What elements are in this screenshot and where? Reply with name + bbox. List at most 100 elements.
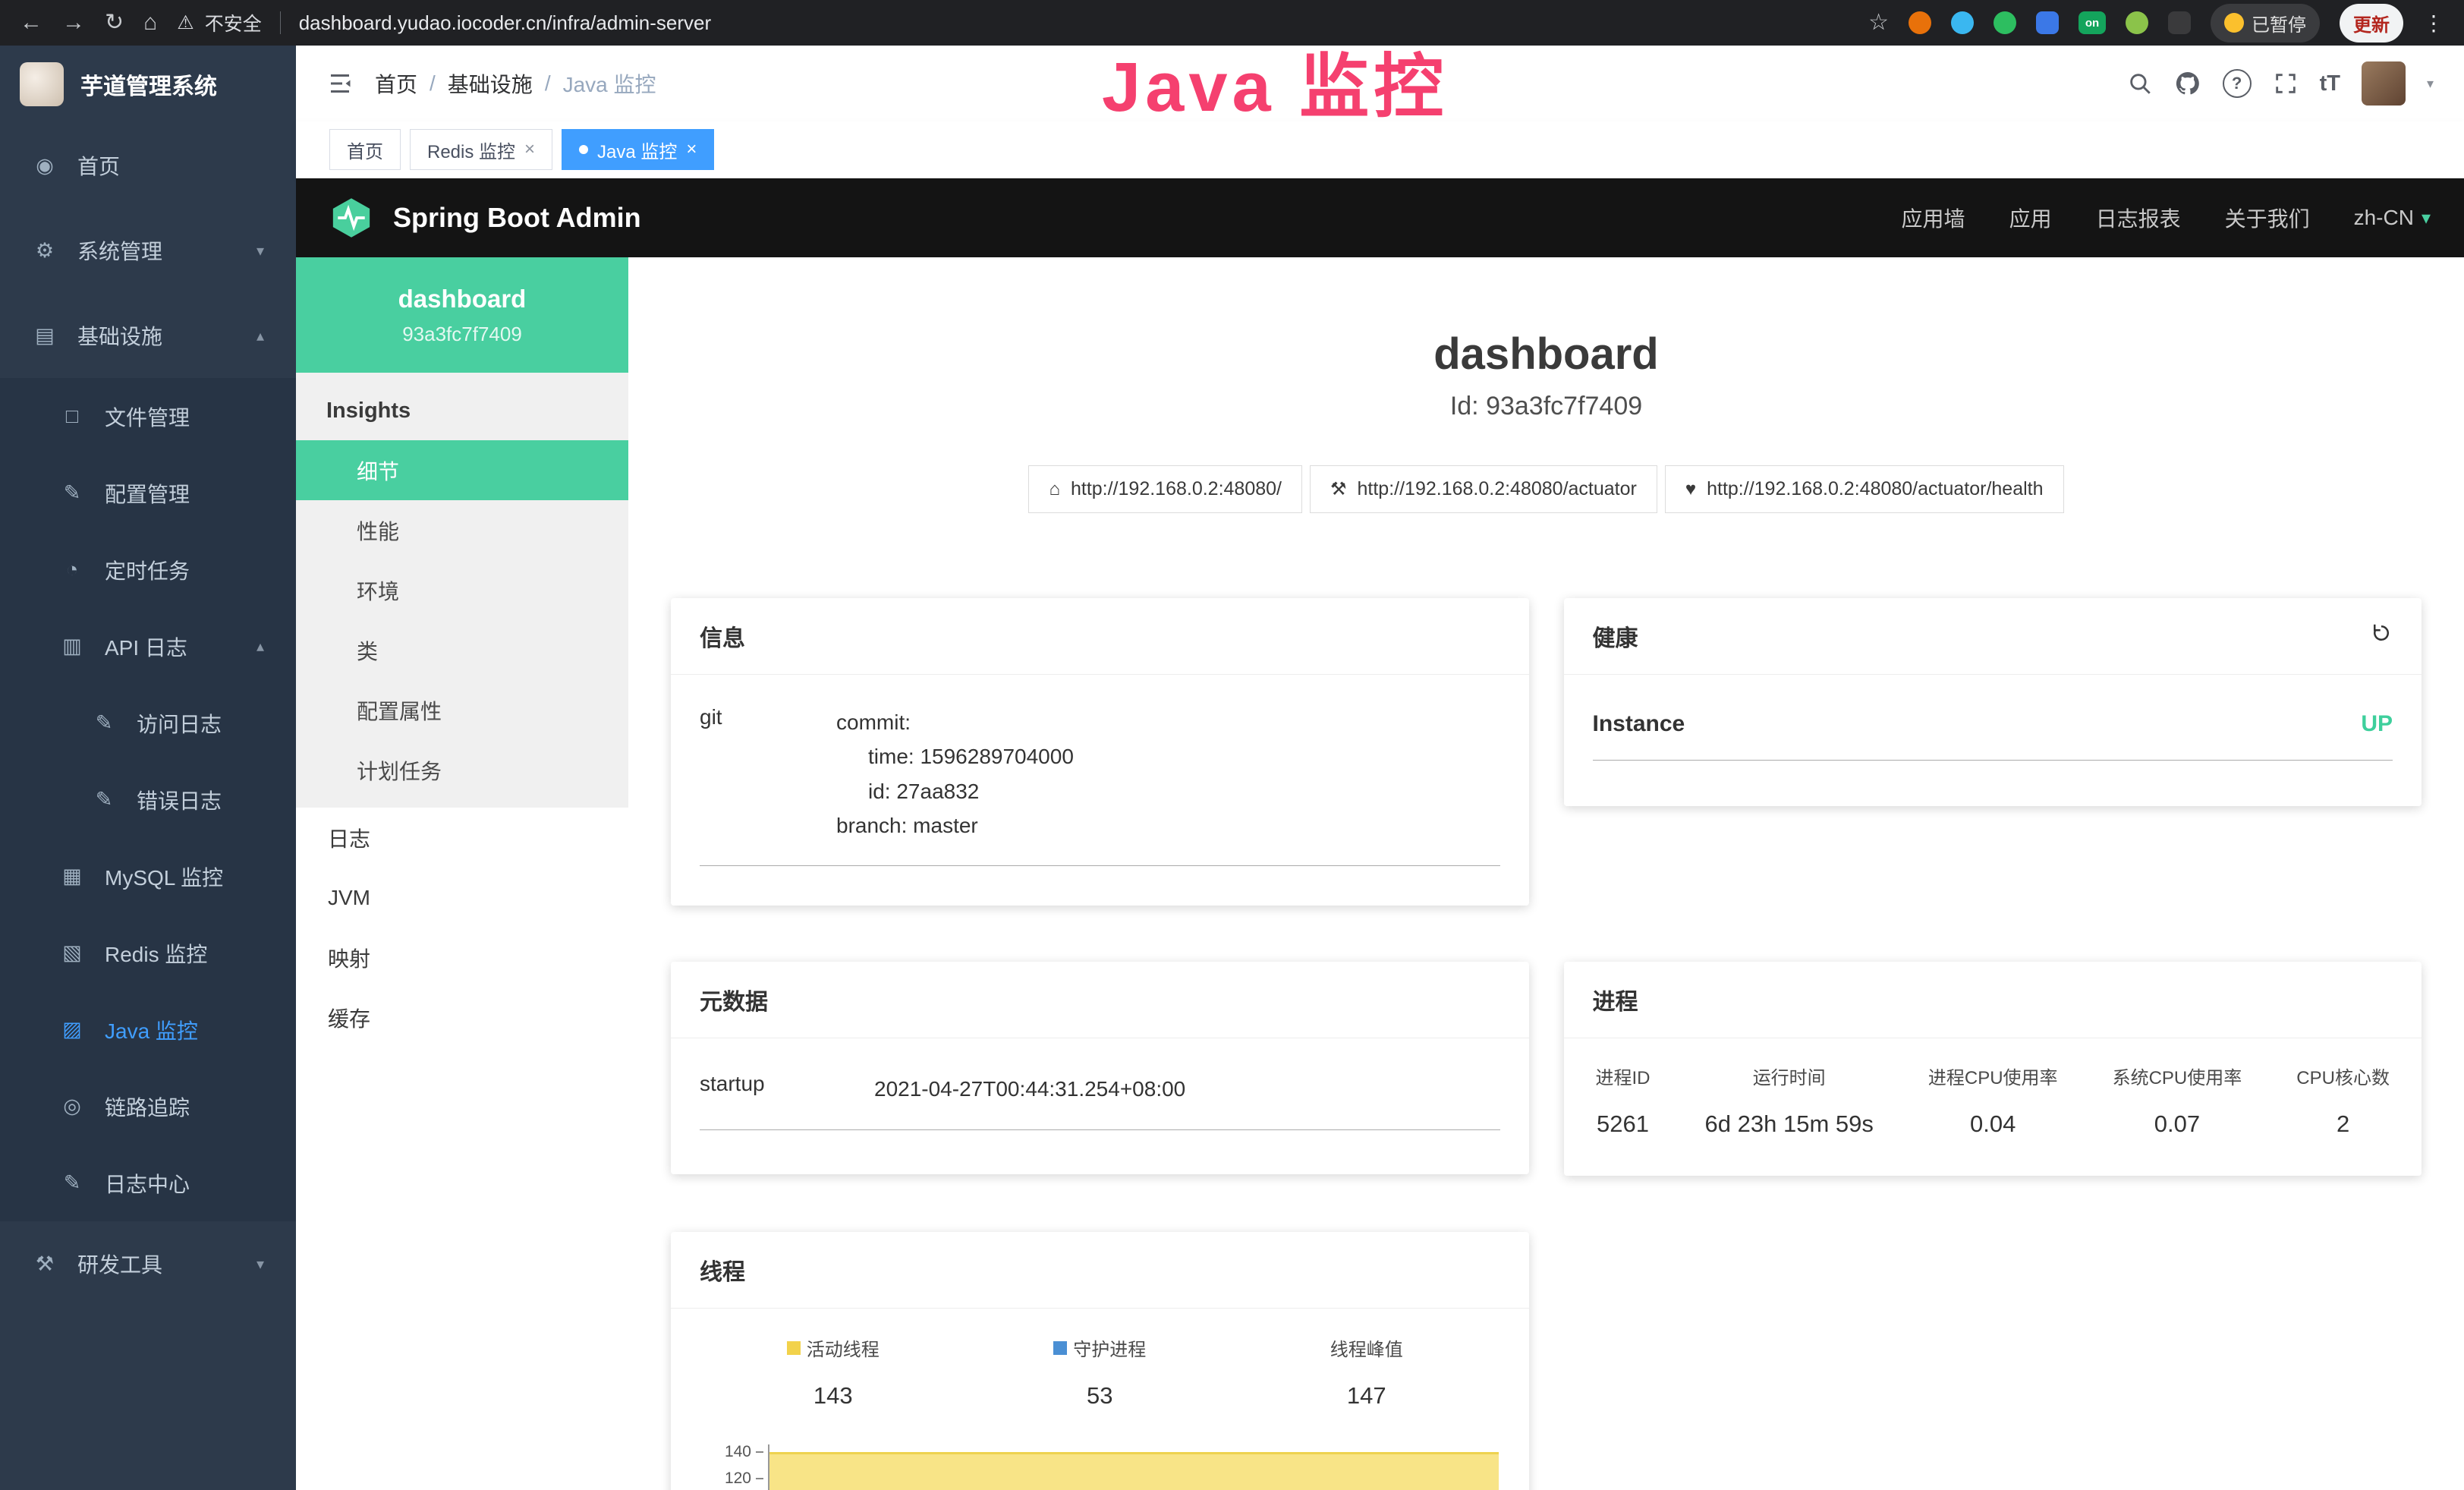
file-icon: □ (59, 405, 85, 428)
address-bar[interactable]: ⚠ 不安全 dashboard.yudao.iocoder.cn/infra/a… (177, 9, 1849, 36)
sidebar-item-tracing[interactable]: ◎ 链路追踪 (0, 1068, 296, 1145)
metadata-row-value: 2021-04-27T00:44:31.254+08:00 (874, 1072, 1500, 1106)
sba-instance-block[interactable]: dashboard 93a3fc7f7409 (296, 257, 628, 373)
sba-nav-about[interactable]: 关于我们 (2225, 203, 2310, 233)
sidebar-item-label: API 日志 (105, 632, 187, 662)
screen: Java 监控 ← → ↻ ⌂ ⚠ 不安全 dashboard.yudao.io… (0, 0, 2464, 1490)
app-logo-image (20, 62, 64, 106)
sidebar-item-mysql-monitor[interactable]: ▦ MySQL 监控 (0, 838, 296, 915)
chevron-down-icon: ▾ (256, 241, 264, 260)
sidebar-item-java-monitor[interactable]: ▨ Java 监控 (0, 991, 296, 1068)
extension-icon[interactable] (1994, 11, 2016, 34)
tab-home[interactable]: 首页 (329, 129, 401, 170)
tab-redis-monitor[interactable]: Redis 监控 × (410, 129, 552, 170)
actuator-url-link[interactable]: ⚒ http://192.168.0.2:48080/actuator (1310, 465, 1657, 513)
bookmark-star-icon[interactable]: ☆ (1868, 11, 1889, 34)
actuator-url-label: http://192.168.0.2:48080/actuator (1358, 478, 1637, 500)
process-card-header: 进程 (1564, 962, 2422, 1038)
sidebar-item-api-logs[interactable]: ▥ API 日志 ▴ (0, 608, 296, 685)
update-button[interactable]: 更新 (2340, 4, 2403, 43)
sidebar-item-log-center[interactable]: ✎ 日志中心 (0, 1145, 296, 1221)
extension-icon[interactable] (1909, 11, 1931, 34)
app-sidebar: 芋道管理系统 ◉ 首页 ⚙ 系统管理 ▾ ▤ 基础设施 ▴ (0, 46, 296, 1490)
font-size-icon[interactable]: tT (2320, 71, 2340, 96)
refresh-icon[interactable]: ↻ (105, 11, 124, 34)
y-axis-tick: 140 (700, 1443, 763, 1461)
sba-item-details[interactable]: 细节 (296, 440, 628, 500)
sidebar-item-dev-tools[interactable]: ⚒ 研发工具 ▾ (0, 1221, 296, 1306)
sidebar-item-config-mgmt[interactable]: ✎ 配置管理 (0, 455, 296, 531)
back-icon[interactable]: ← (20, 11, 42, 34)
sba-brand-title: Spring Boot Admin (393, 202, 641, 234)
sidebar-item-file-mgmt[interactable]: □ 文件管理 (0, 378, 296, 455)
sba-item-jvm[interactable]: JVM (296, 868, 628, 928)
sba-item-config-props[interactable]: 配置属性 (296, 680, 628, 740)
paused-badge[interactable]: 已暂停 (2211, 4, 2320, 43)
breadcrumb-infrastructure[interactable]: 基础设施 (448, 68, 533, 99)
sba-item-environment[interactable]: 环境 (296, 560, 628, 620)
threads-chart: 140 120 100 (700, 1443, 1500, 1490)
sidebar-item-redis-monitor[interactable]: ▧ Redis 监控 (0, 915, 296, 991)
sba-nav-journal[interactable]: 日志报表 (2096, 203, 2181, 233)
legend-label: 活动线程 (807, 1334, 880, 1361)
info-card-title: 信息 (700, 619, 745, 653)
extension-icon[interactable] (2126, 11, 2148, 34)
sba-language-select[interactable]: zh-CN ▾ (2354, 206, 2431, 230)
chevron-down-icon: ▾ (256, 1255, 264, 1274)
collapse-sidebar-icon[interactable] (326, 70, 354, 97)
home-icon[interactable]: ⌂ (143, 11, 157, 34)
sba-nav-wallboard[interactable]: 应用墙 (1902, 203, 1965, 233)
sidebar-item-label: 系统管理 (77, 235, 162, 266)
sba-instance-id: 93a3fc7f7409 (402, 323, 522, 346)
search-icon[interactable] (2127, 71, 2153, 96)
stat-label: CPU核心数 (2296, 1063, 2390, 1089)
avatar[interactable] (2362, 61, 2406, 106)
info-card-body: git commit: time: 1596289704000 id: 27aa… (671, 675, 1529, 906)
stat-value: 0.07 (2113, 1110, 2242, 1138)
stat-cpu-cores: CPU核心数 2 (2296, 1063, 2390, 1138)
service-url-link[interactable]: ⌂ http://192.168.0.2:48080/ (1028, 465, 1302, 513)
tab-java-monitor[interactable]: Java 监控 × (562, 129, 714, 170)
metadata-card-body: startup 2021-04-27T00:44:31.254+08:00 (671, 1038, 1529, 1173)
target-icon: ◎ (59, 1095, 85, 1118)
app-title: 芋道管理系统 (80, 68, 217, 101)
close-icon[interactable]: × (686, 139, 697, 160)
spring-boot-admin: Spring Boot Admin 应用墙 应用 日志报表 关于我们 zh-CN… (296, 178, 2464, 1490)
sidebar-item-infrastructure[interactable]: ▤ 基础设施 ▴ (0, 293, 296, 378)
sidebar-item-scheduled-tasks[interactable]: ◔ 定时任务 (0, 531, 296, 608)
clock-icon: ◔ (59, 558, 85, 581)
sba-item-logs[interactable]: 日志 (296, 808, 628, 868)
sidebar-item-error-logs[interactable]: ✎ 错误日志 (0, 761, 296, 838)
sidebar-item-system-mgmt[interactable]: ⚙ 系统管理 ▾ (0, 208, 296, 293)
breadcrumb-home[interactable]: 首页 (375, 68, 417, 99)
threads-card: 线程 活动线程 1 (671, 1232, 1529, 1490)
sba-item-scheduled[interactable]: 计划任务 (296, 740, 628, 800)
infrastructure-submenu: □ 文件管理 ✎ 配置管理 ◔ 定时任务 ▥ API 日志 ▴ (0, 378, 296, 1221)
extension-icon[interactable] (1951, 11, 1974, 34)
sba-nav-applications[interactable]: 应用 (2009, 203, 2052, 233)
sba-item-caches[interactable]: 缓存 (296, 988, 628, 1047)
chevron-up-icon: ▴ (256, 637, 264, 656)
extension-icon[interactable] (2168, 11, 2191, 34)
extension-on-icon[interactable]: on (2079, 11, 2106, 34)
sidebar-item-label: Redis 监控 (105, 938, 207, 969)
history-icon[interactable] (2370, 622, 2393, 650)
sidebar-item-label: 研发工具 (77, 1249, 162, 1279)
sba-item-performance[interactable]: 性能 (296, 500, 628, 560)
fullscreen-icon[interactable] (2273, 71, 2299, 96)
sba-item-classes[interactable]: 类 (296, 620, 628, 680)
info-git-row: git commit: time: 1596289704000 id: 27aa… (700, 705, 1500, 866)
app-logo-row: 芋道管理系统 (0, 46, 296, 123)
stat-uptime: 运行时间 6d 23h 15m 59s (1705, 1063, 1874, 1138)
sidebar-item-access-logs[interactable]: ✎ 访问日志 (0, 685, 296, 761)
forward-icon[interactable]: → (62, 11, 85, 34)
github-icon[interactable] (2174, 70, 2201, 97)
sidebar-item-home[interactable]: ◉ 首页 (0, 123, 296, 208)
health-url-link[interactable]: ♥ http://192.168.0.2:48080/actuator/heal… (1665, 465, 2064, 513)
help-icon[interactable]: ? (2223, 69, 2252, 98)
sba-item-mappings[interactable]: 映射 (296, 928, 628, 988)
browser-menu-icon[interactable]: ⋮ (2423, 11, 2444, 36)
close-icon[interactable]: × (524, 139, 535, 160)
sba-group-label: Insights (296, 382, 628, 440)
extension-icon[interactable] (2036, 11, 2059, 34)
